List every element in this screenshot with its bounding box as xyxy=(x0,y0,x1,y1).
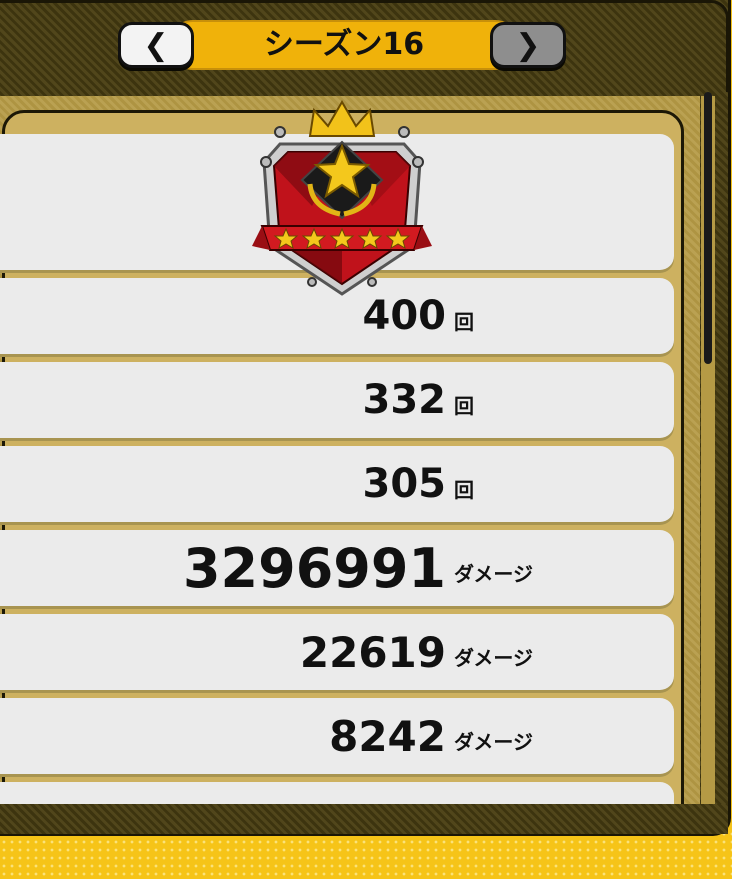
stat-unit: ダメージ xyxy=(454,729,533,754)
stat-row: 22619 ダメージ xyxy=(0,614,674,690)
footer-bar xyxy=(0,804,728,834)
rank-emblem-icon xyxy=(252,100,432,296)
stat-unit: ダメージ xyxy=(454,561,533,586)
stat-unit: 回 xyxy=(454,393,474,418)
chevron-right-icon: ❯ xyxy=(515,27,541,63)
stat-row: 3296991 ダメージ xyxy=(0,530,674,606)
background-dots xyxy=(0,830,732,879)
stat-value: 305 xyxy=(362,461,447,507)
stat-unit: 回 xyxy=(454,477,474,502)
scrollbar-thumb[interactable] xyxy=(704,92,712,364)
crown-icon xyxy=(308,100,376,137)
season-title: シーズン16 xyxy=(263,27,425,62)
stat-row-partial xyxy=(0,782,674,804)
stat-unit: 回 xyxy=(454,309,474,334)
stat-row: 8242 ダメージ xyxy=(0,698,674,774)
stat-row: 305 回 xyxy=(0,446,674,522)
prev-season-button[interactable]: ❮ xyxy=(118,22,194,68)
stat-value: 332 xyxy=(362,377,447,423)
chevron-left-icon: ❮ xyxy=(143,27,169,63)
stat-value: 8242 xyxy=(329,711,446,761)
stat-value: 22619 xyxy=(299,627,446,677)
stat-row: 332 回 xyxy=(0,362,674,438)
next-season-button[interactable]: ❯ xyxy=(490,22,566,68)
stat-value: 3296991 xyxy=(182,536,446,600)
stat-unit: ダメージ xyxy=(454,645,533,670)
